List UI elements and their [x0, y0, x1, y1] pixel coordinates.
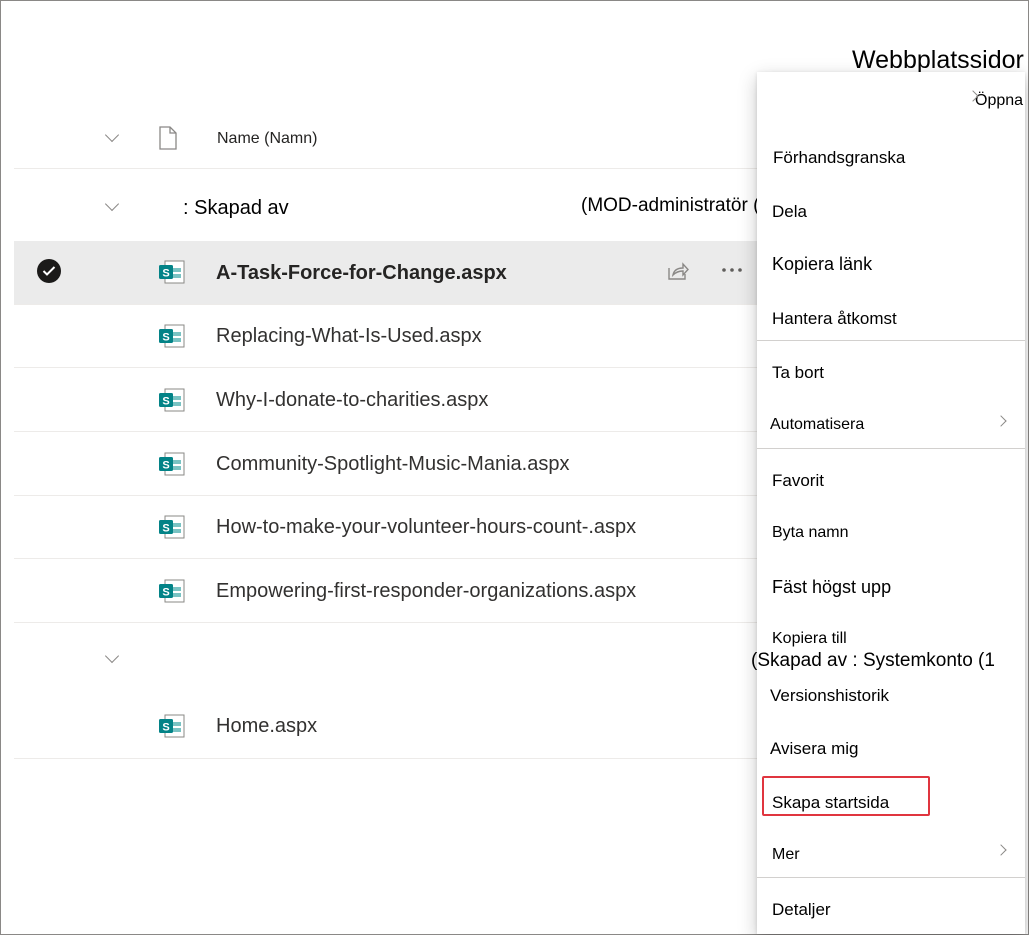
menu-item-pin-to-top[interactable]: Fäst högst upp	[757, 574, 1025, 608]
menu-item-label: Detaljer	[772, 900, 831, 919]
context-menu: Öppna Förhandsgranska Dela Kopiera länk …	[757, 72, 1025, 934]
menu-item-label: Versionshistorik	[770, 686, 890, 705]
menu-item-label: Ta bort	[772, 363, 824, 382]
file-type-icon[interactable]	[158, 126, 178, 150]
menu-divider	[757, 340, 1025, 341]
menu-item-label: Mer	[772, 846, 800, 863]
menu-item-label: Byta namn	[772, 524, 849, 541]
menu-item-make-homepage[interactable]: Skapa startsida	[757, 789, 1025, 823]
menu-item-label: Avisera mig	[770, 739, 859, 758]
group-label: : Skapad av	[183, 197, 289, 219]
file-name-link[interactable]: A-Task-Force-for-Change.aspx	[216, 262, 507, 285]
file-name-link[interactable]: Replacing-What-Is-Used.aspx	[216, 325, 482, 348]
file-name-link[interactable]: Empowering-first-responder-organizations…	[216, 580, 636, 603]
sharepoint-page-icon: S	[159, 388, 185, 412]
file-name-link[interactable]: Why-I-donate-to-charities.aspx	[216, 389, 488, 412]
sharepoint-page-icon: S	[159, 579, 185, 603]
menu-divider	[757, 877, 1025, 878]
menu-item-favorite[interactable]: Favorit	[757, 467, 1025, 501]
sharepoint-page-icon: S	[159, 714, 185, 738]
share-icon[interactable]	[666, 260, 690, 282]
menu-item-rename[interactable]: Byta namn	[757, 520, 1025, 554]
menu-item-label: Hantera åtkomst	[772, 309, 897, 328]
svg-text:S: S	[162, 722, 169, 734]
menu-item-manage-access[interactable]: Hantera åtkomst	[757, 305, 1025, 339]
menu-item-label: Förhandsgranska	[773, 148, 906, 167]
more-options-icon[interactable]	[721, 267, 743, 273]
menu-item-share[interactable]: Dela	[757, 198, 1025, 232]
menu-item-label: Dela	[772, 202, 807, 221]
svg-text:S: S	[162, 523, 169, 535]
svg-text:S: S	[162, 332, 169, 344]
svg-text:S: S	[162, 268, 169, 280]
sharepoint-page-icon: S	[159, 515, 185, 539]
file-name-link[interactable]: Community-Spotlight-Music-Mania.aspx	[216, 453, 569, 476]
menu-item-alert-me[interactable]: Avisera mig	[757, 735, 1025, 769]
menu-item-copy-link[interactable]: Kopiera länk	[757, 251, 1025, 285]
menu-item-label: Kopiera till	[772, 630, 847, 647]
column-header-name[interactable]: Name (Namn)	[217, 130, 317, 148]
group-value: (Skapad av : Systemkonto (1	[751, 650, 995, 671]
sharepoint-page-icon: S	[159, 452, 185, 476]
svg-text:S: S	[162, 587, 169, 599]
menu-item-preview[interactable]: Förhandsgranska	[757, 144, 1025, 178]
menu-item-label: Favorit	[772, 471, 824, 490]
file-name-link[interactable]: How-to-make-your-volunteer-hours-count-.…	[216, 516, 636, 539]
row-selected-check-icon[interactable]	[37, 259, 61, 283]
menu-item-details[interactable]: Detaljer	[757, 896, 1025, 930]
menu-item-more[interactable]: Mer	[757, 842, 1025, 876]
group-value: (MOD-administratör (6	[581, 195, 770, 216]
sharepoint-page-icon: S	[159, 260, 185, 284]
menu-item-open[interactable]: Öppna	[975, 92, 1023, 110]
menu-item-label: Skapa startsida	[772, 793, 890, 812]
site-pages-title: Webbplatssidor	[852, 46, 1024, 74]
svg-text:S: S	[162, 396, 169, 408]
sharepoint-page-icon: S	[159, 324, 185, 348]
menu-item-version-history[interactable]: Versionshistorik	[757, 682, 1025, 716]
menu-item-delete[interactable]: Ta bort	[757, 359, 1025, 393]
file-name-link[interactable]: Home.aspx	[216, 715, 317, 738]
menu-item-label: Kopiera länk	[772, 254, 873, 274]
menu-item-label: Automatisera	[770, 416, 865, 433]
svg-text:S: S	[162, 460, 169, 472]
menu-item-automate[interactable]: Automatisera	[757, 412, 1025, 446]
menu-item-label: Fäst högst upp	[772, 577, 892, 597]
menu-divider	[757, 448, 1025, 449]
